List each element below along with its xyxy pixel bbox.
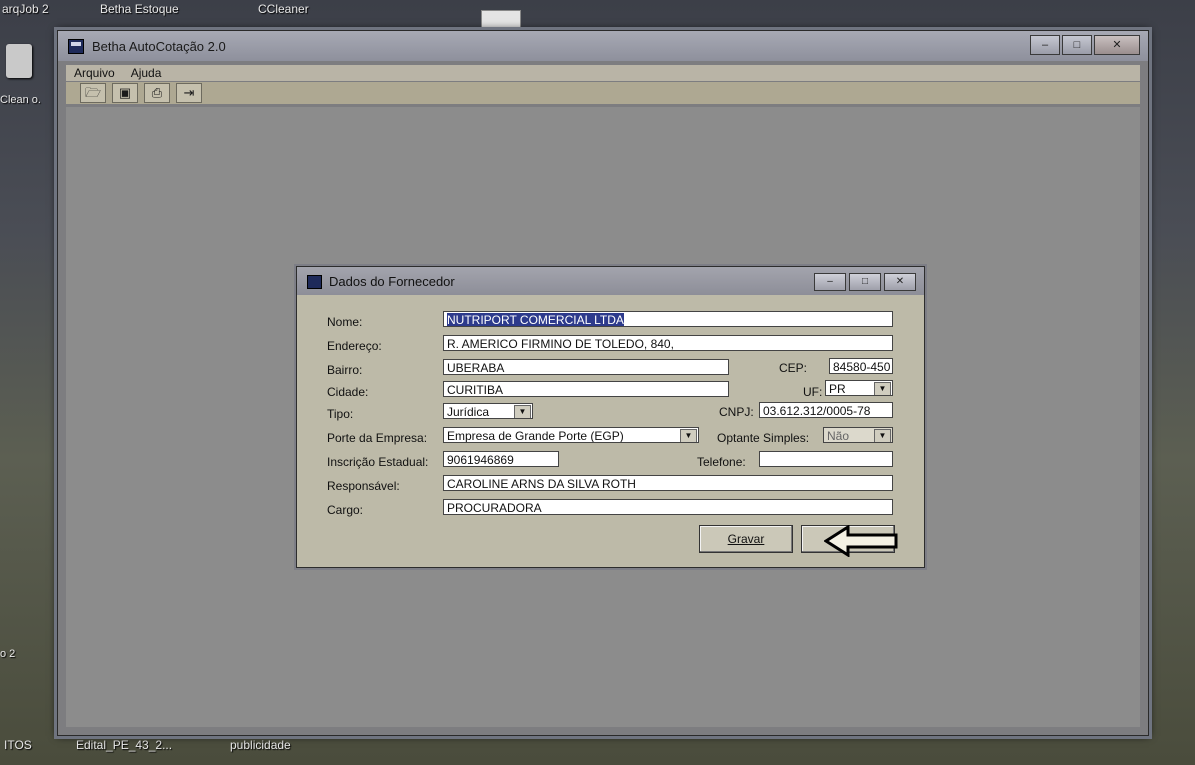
chevron-down-icon[interactable]: ▼ <box>874 429 891 442</box>
uf-select[interactable]: PR ▼ <box>825 380 893 396</box>
optante-select[interactable]: Não ▼ <box>823 427 893 443</box>
responsavel-label: Responsável: <box>327 479 400 493</box>
main-titlebar[interactable]: Betha AutoCotação 2.0 – □ ✕ <box>58 31 1148 61</box>
cidade-field[interactable]: CURITIBA <box>443 381 729 397</box>
cnpj-label: CNPJ: <box>719 405 754 419</box>
optante-label: Optante Simples: <box>717 431 810 445</box>
desktop-icon-label[interactable]: Edital_PE_43_2... <box>76 738 172 752</box>
dialog-close-button[interactable]: ✕ <box>884 273 916 291</box>
telefone-field[interactable] <box>759 451 893 467</box>
app-icon <box>68 39 84 54</box>
ccleaner-icon[interactable] <box>6 44 32 78</box>
window-title: Betha AutoCotação 2.0 <box>92 39 226 54</box>
inscricao-label: Inscrição Estadual: <box>327 455 429 469</box>
cargo-field[interactable]: PROCURADORA <box>443 499 893 515</box>
uf-value: PR <box>829 382 846 396</box>
dialog-maximize-button[interactable]: □ <box>849 273 881 291</box>
nome-label: Nome: <box>327 315 363 329</box>
desktop-icon-label[interactable]: o 2 <box>0 648 15 660</box>
minimize-button[interactable]: – <box>1030 35 1060 55</box>
desktop-icon-label[interactable]: publicidade <box>230 738 291 752</box>
desktop-icon-label[interactable]: CCleaner <box>258 2 309 16</box>
gravar-label: Gravar <box>727 532 765 546</box>
dialog-titlebar[interactable]: Dados do Fornecedor – □ ✕ <box>297 267 924 295</box>
cargo-label: Cargo: <box>327 503 364 517</box>
porte-select[interactable]: Empresa de Grande Porte (EGP) ▼ <box>443 427 699 443</box>
cnpj-field[interactable]: 03.612.312/0005-78 <box>759 402 893 418</box>
toolbar: 🗁 ▣ ⎙ ⇥ <box>66 82 1140 104</box>
dialog-title: Dados do Fornecedor <box>329 274 455 289</box>
dialog-minimize-button[interactable]: – <box>814 273 846 291</box>
uf-label: UF: <box>803 385 823 399</box>
exit-icon[interactable]: ⇥ <box>176 83 202 103</box>
responsavel-field[interactable]: CAROLINE ARNS DA SILVA ROTH <box>443 475 893 491</box>
print-icon[interactable]: ⎙ <box>144 83 170 103</box>
porte-label: Porte da Empresa: <box>327 431 428 445</box>
menu-arquivo[interactable]: Arquivo <box>66 65 123 81</box>
bairro-label: Bairro: <box>327 363 363 377</box>
tipo-label: Tipo: <box>327 407 354 421</box>
desktop-icon-label[interactable]: ITOS <box>4 738 32 752</box>
supplier-dialog: Dados do Fornecedor – □ ✕ Nome: NUTRIPOR… <box>296 266 925 568</box>
optante-value: Não <box>827 429 850 443</box>
menubar: Arquivo Ajuda <box>66 65 1140 81</box>
cidade-label: Cidade: <box>327 385 369 399</box>
menu-ajuda[interactable]: Ajuda <box>123 65 170 81</box>
cep-label: CEP: <box>779 361 808 375</box>
inscricao-field[interactable]: 9061946869 <box>443 451 559 467</box>
dialog-icon <box>307 275 322 289</box>
gravar-button[interactable]: Gravar <box>699 525 793 553</box>
desktop-icon-label[interactable]: Betha Estoque <box>100 2 179 16</box>
nome-value: NUTRIPORT COMERCIAL LTDA <box>447 313 624 327</box>
tipo-value: Jurídica <box>447 405 490 419</box>
tipo-select[interactable]: Jurídica ▼ <box>443 403 533 419</box>
maximize-button[interactable]: □ <box>1062 35 1092 55</box>
endereco-field[interactable]: R. AMERICO FIRMINO DE TOLEDO, 840, <box>443 335 893 351</box>
bairro-field[interactable]: UBERABA <box>443 359 729 375</box>
close-button[interactable]: ✕ <box>1094 35 1140 55</box>
arrow-annotation-icon <box>824 525 898 557</box>
porte-value: Empresa de Grande Porte (EGP) <box>447 429 624 443</box>
telefone-label: Telefone: <box>697 455 746 469</box>
endereco-label: Endereço: <box>327 339 382 353</box>
chevron-down-icon[interactable]: ▼ <box>680 429 697 442</box>
chevron-down-icon[interactable]: ▼ <box>874 382 891 395</box>
desktop-icon-label[interactable]: Clean o. <box>0 94 41 106</box>
chevron-down-icon[interactable]: ▼ <box>514 405 531 418</box>
open-folder-icon[interactable]: 🗁 <box>80 83 106 103</box>
desktop-icon-label[interactable]: arqJob 2 <box>2 2 49 16</box>
nome-field[interactable]: NUTRIPORT COMERCIAL LTDA <box>443 311 893 327</box>
save-icon[interactable]: ▣ <box>112 83 138 103</box>
cep-field[interactable]: 84580-450 <box>829 358 893 374</box>
